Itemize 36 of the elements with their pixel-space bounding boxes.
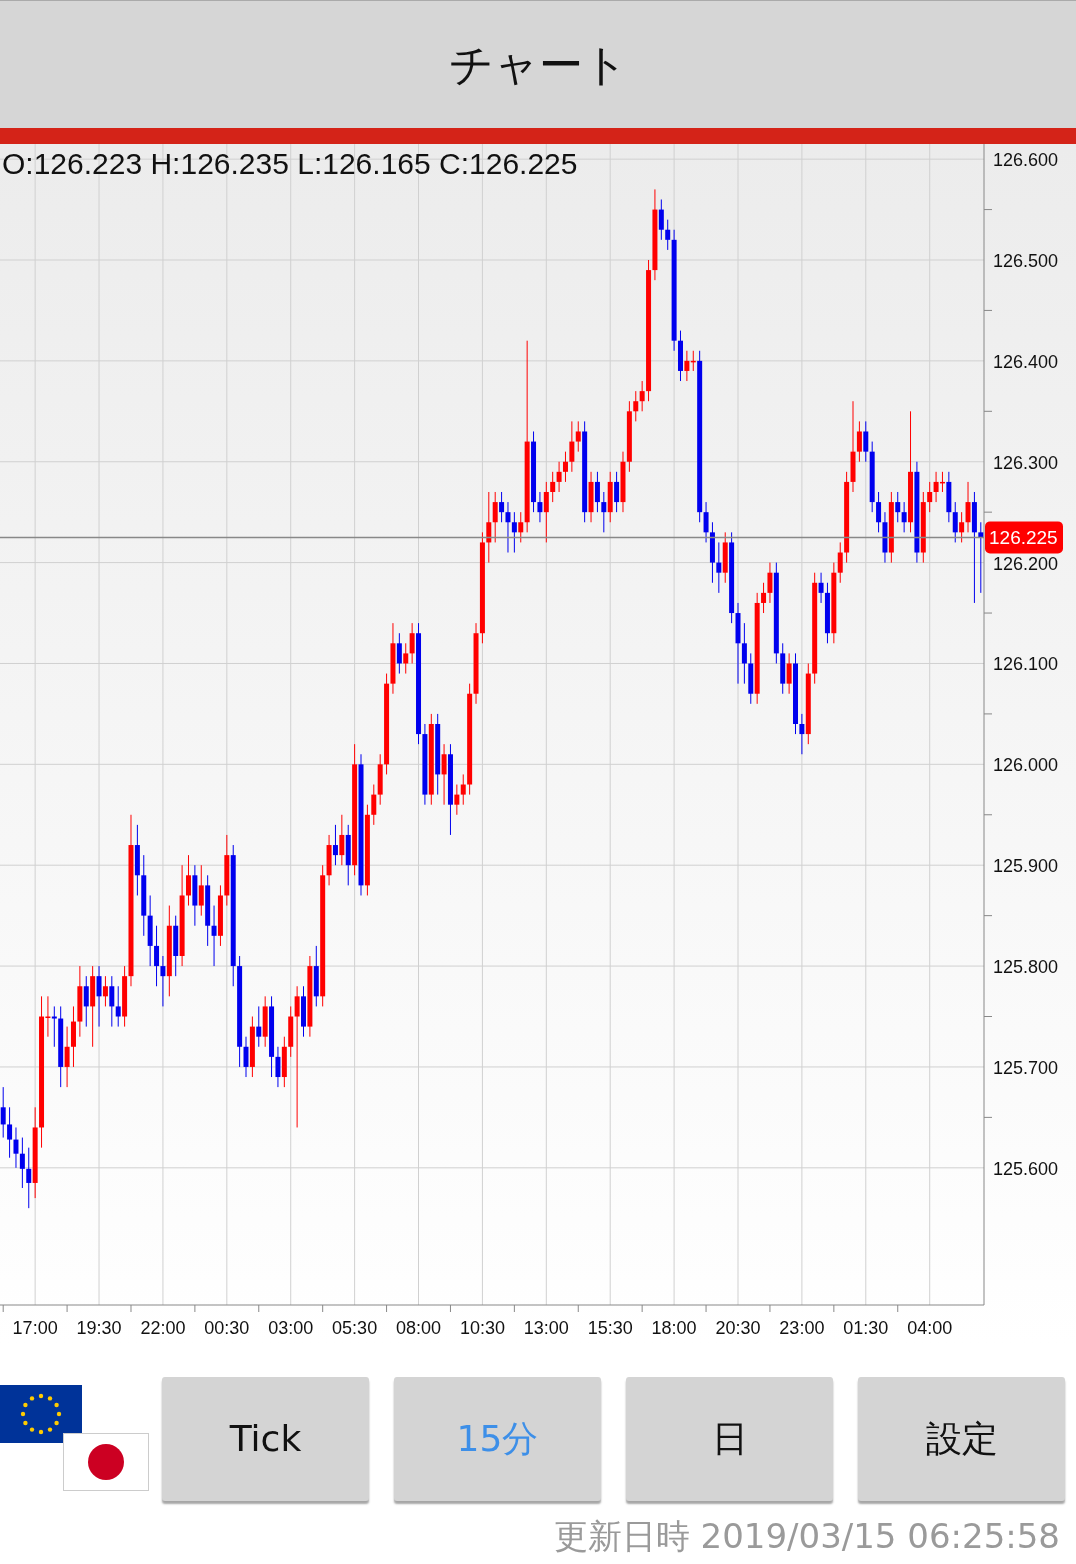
x-axis-label: 13:00 bbox=[523, 1318, 569, 1338]
ohlc-readout: O:126.223 H:126.235 L:126.165 C:126.225 bbox=[2, 147, 578, 180]
y-axis-label: 125.800 bbox=[993, 957, 1059, 978]
x-axis-label: 23:00 bbox=[779, 1318, 825, 1338]
timeframe-button[interactable]: 設定 bbox=[858, 1377, 1065, 1501]
y-axis-label: 125.700 bbox=[993, 1057, 1059, 1078]
eu-flag-icon bbox=[0, 1385, 82, 1443]
timeframe-button[interactable]: Tick bbox=[162, 1377, 369, 1501]
x-axis-label: 10:30 bbox=[459, 1318, 505, 1338]
x-axis-label: 18:00 bbox=[651, 1318, 697, 1338]
x-axis-label: 19:30 bbox=[76, 1318, 122, 1338]
x-axis-label: 08:00 bbox=[396, 1318, 442, 1338]
y-axis-label: 126.500 bbox=[993, 251, 1059, 271]
timeframe-button[interactable]: 日 bbox=[626, 1377, 833, 1501]
x-axis-label: 01:30 bbox=[843, 1318, 889, 1338]
x-axis-label: 15:30 bbox=[587, 1318, 633, 1338]
x-axis-label: 22:00 bbox=[140, 1318, 186, 1338]
y-axis-label: 126.300 bbox=[993, 452, 1059, 473]
last-updated-text: 更新日時 2019/03/15 06:25:58 bbox=[553, 1515, 1060, 1558]
x-axis-label: 00:30 bbox=[204, 1318, 250, 1338]
y-axis-label: 126.100 bbox=[993, 654, 1059, 675]
y-axis-label: 126.400 bbox=[993, 351, 1059, 372]
x-axis-label: 04:00 bbox=[907, 1318, 953, 1338]
x-axis-label: 03:00 bbox=[268, 1318, 314, 1338]
y-axis-label: 126.600 bbox=[993, 150, 1059, 171]
y-axis-label: 126.000 bbox=[993, 755, 1059, 776]
y-axis-label: 125.900 bbox=[993, 856, 1059, 877]
japan-flag-icon bbox=[63, 1433, 149, 1491]
ref-line-label: 126.225 bbox=[989, 527, 1058, 549]
y-axis-label: 126.200 bbox=[993, 553, 1059, 574]
x-axis-label: 20:30 bbox=[715, 1318, 761, 1338]
x-axis-label: 05:30 bbox=[332, 1318, 378, 1338]
screen-title: チャート bbox=[448, 37, 628, 92]
y-axis-label: 125.600 bbox=[993, 1158, 1059, 1179]
x-axis-label: 17:00 bbox=[12, 1318, 58, 1338]
current-price-badge: 126.225 bbox=[985, 521, 1063, 554]
